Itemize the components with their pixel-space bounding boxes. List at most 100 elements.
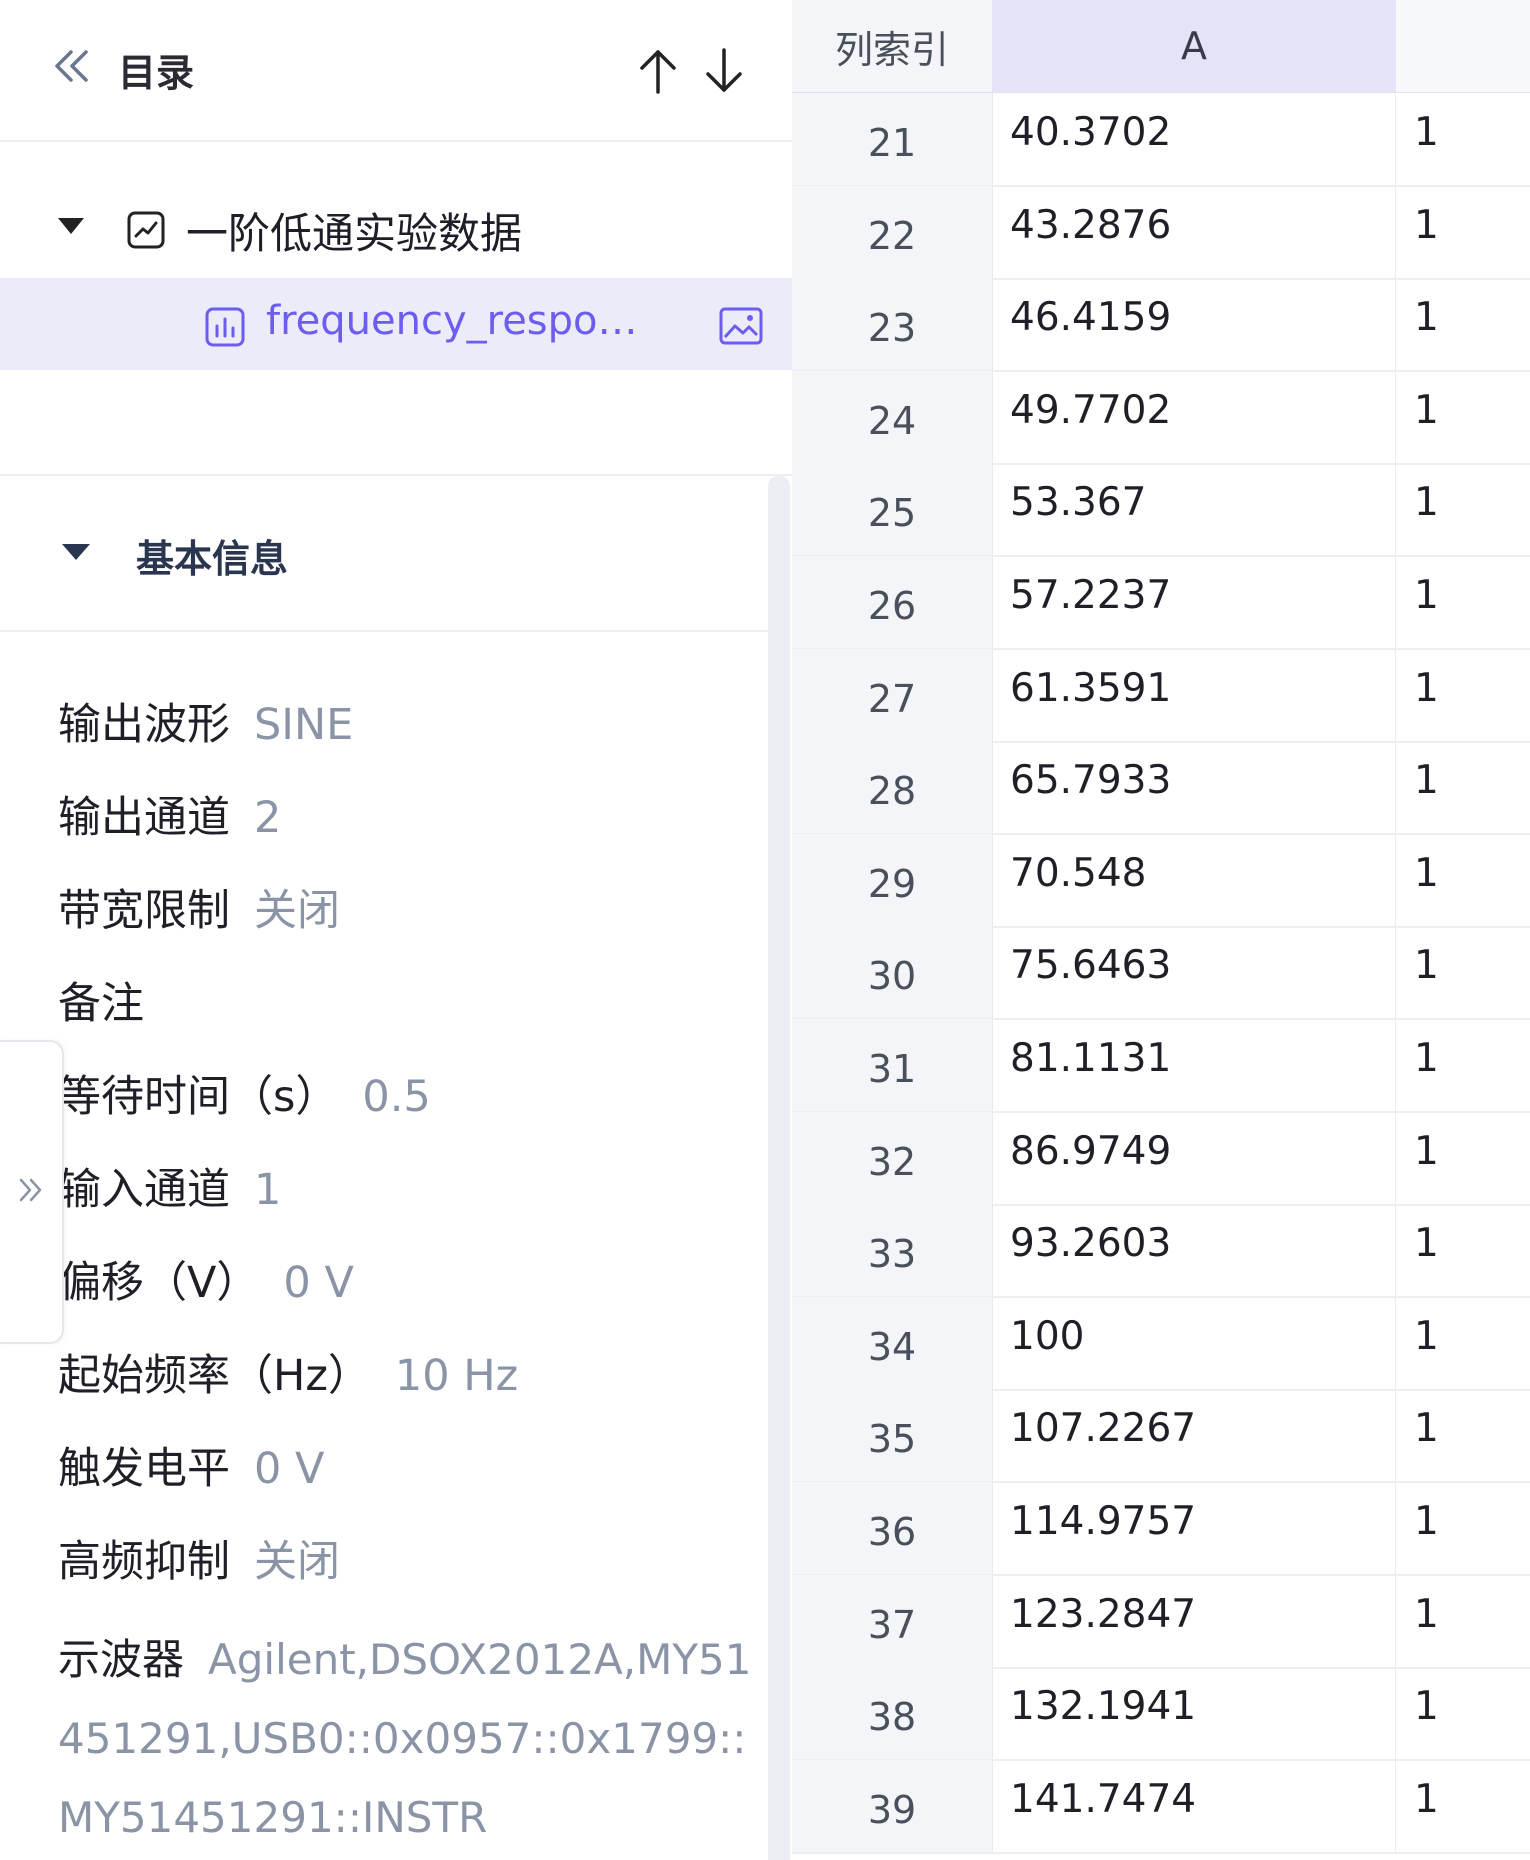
cell-a[interactable]: 75.6463 xyxy=(992,926,1396,1019)
cell-index: 29 xyxy=(792,833,993,926)
table-row[interactable]: 31 81.1131 1 xyxy=(792,1019,1530,1113)
prop-trigger-level: 触发电平 0 V xyxy=(58,1444,325,1494)
cell-index: 21 xyxy=(792,93,993,185)
cell-b[interactable]: 1 xyxy=(1396,1389,1530,1481)
table-row[interactable]: 21 40.3702 1 xyxy=(792,93,1530,187)
cell-b[interactable]: 1 xyxy=(1396,186,1530,278)
table-row[interactable]: 34 100 1 xyxy=(792,1296,1530,1391)
cell-a[interactable]: 46.4159 xyxy=(992,278,1396,371)
cell-b[interactable]: 1 xyxy=(1396,278,1530,370)
cell-b[interactable]: 1 xyxy=(1396,649,1530,741)
arrow-up-icon[interactable] xyxy=(636,46,680,96)
cell-a[interactable]: 86.9749 xyxy=(992,1111,1396,1204)
cell-b[interactable]: 1 xyxy=(1396,1204,1530,1296)
table-row[interactable]: 37 123.2847 1 xyxy=(792,1574,1530,1669)
cell-b[interactable]: 1 xyxy=(1396,1760,1530,1852)
cell-b[interactable]: 1 xyxy=(1396,371,1530,463)
tree-node-selected[interactable]: frequency_respo… xyxy=(0,278,792,370)
caret-down-icon[interactable] xyxy=(62,544,90,560)
cell-index: 27 xyxy=(792,648,993,741)
cell-a[interactable]: 40.3702 xyxy=(992,93,1396,185)
table-row[interactable]: 38 132.1941 1 xyxy=(792,1667,1530,1762)
table-row[interactable]: 33 93.2603 1 xyxy=(792,1204,1530,1299)
cell-a[interactable]: 100 xyxy=(992,1296,1396,1389)
prop-offset: 偏移（V） 0 V xyxy=(58,1258,354,1308)
toc-title: 目录 xyxy=(118,51,195,95)
table-row[interactable]: 39 141.7474 1 xyxy=(792,1759,1530,1854)
cell-index: 36 xyxy=(792,1482,993,1574)
cell-a[interactable]: 123.2847 xyxy=(992,1574,1396,1667)
cell-b[interactable]: 1 xyxy=(1396,1575,1530,1667)
tree-root-label: 一阶低通实验数据 xyxy=(186,209,523,258)
column-header-a[interactable]: A xyxy=(992,0,1396,92)
cell-a[interactable]: 49.7702 xyxy=(992,370,1396,463)
double-chevron-left-icon[interactable] xyxy=(52,46,92,86)
cell-a[interactable]: 81.1131 xyxy=(992,1019,1396,1111)
cell-index: 33 xyxy=(792,1204,993,1297)
cell-b[interactable]: 1 xyxy=(1396,463,1530,555)
bar-chart-icon xyxy=(205,307,245,347)
table-row[interactable]: 26 57.2237 1 xyxy=(792,556,1530,650)
table-row[interactable]: 29 70.548 1 xyxy=(792,833,1530,928)
prop-wait-time: 等待时间（s） 0.5 xyxy=(58,1072,431,1122)
cell-a[interactable]: 70.548 xyxy=(992,833,1396,926)
cell-a[interactable]: 114.9757 xyxy=(992,1482,1396,1574)
cell-index: 22 xyxy=(792,185,993,278)
expand-side-tab[interactable] xyxy=(0,1040,64,1344)
table-row[interactable]: 32 86.9749 1 xyxy=(792,1111,1530,1206)
cell-b[interactable]: 1 xyxy=(1396,1482,1530,1574)
cell-b[interactable]: 1 xyxy=(1396,93,1530,185)
cell-a[interactable]: 132.1941 xyxy=(992,1667,1396,1760)
prop-hf-reject: 高频抑制 关闭 xyxy=(58,1537,340,1587)
toc-header: 目录 xyxy=(0,0,792,142)
table-row[interactable]: 25 53.367 1 xyxy=(792,463,1530,558)
cell-b[interactable]: 1 xyxy=(1396,1019,1530,1111)
cell-b[interactable]: 1 xyxy=(1396,1667,1530,1759)
scrollbar[interactable] xyxy=(768,476,790,1860)
cell-index: 23 xyxy=(792,278,993,371)
cell-a[interactable]: 53.367 xyxy=(992,463,1396,556)
cell-index: 24 xyxy=(792,370,993,463)
prop-input-channel: 输入通道 1 xyxy=(58,1165,282,1215)
table-row[interactable]: 36 114.9757 1 xyxy=(792,1482,1530,1576)
table-row[interactable]: 27 61.3591 1 xyxy=(792,648,1530,743)
cell-b[interactable]: 1 xyxy=(1396,1297,1530,1389)
left-panel: 目录 一阶低通实验数据 frequency_respo… 基本信息 输出波形 S… xyxy=(0,0,793,1860)
table-row[interactable]: 22 43.2876 1 xyxy=(792,185,1530,280)
basic-info-header[interactable]: 基本信息 xyxy=(0,480,770,632)
cell-b[interactable]: 1 xyxy=(1396,741,1530,833)
cell-index: 34 xyxy=(792,1296,993,1389)
double-chevron-right-icon xyxy=(19,1178,42,1202)
cell-a[interactable]: 57.2237 xyxy=(992,556,1396,648)
table-row[interactable]: 30 75.6463 1 xyxy=(792,926,1530,1021)
app-window: 目录 一阶低通实验数据 frequency_respo… 基本信息 输出波形 S… xyxy=(0,0,1530,1860)
cell-a[interactable]: 43.2876 xyxy=(992,185,1396,278)
column-header-index[interactable]: 列索引 xyxy=(792,0,993,92)
table-row[interactable]: 23 46.4159 1 xyxy=(792,278,1530,373)
prop-start-frequency: 起始频率（Hz） 10 Hz xyxy=(58,1351,519,1401)
image-icon[interactable] xyxy=(718,306,764,346)
cell-b[interactable]: 1 xyxy=(1396,1112,1530,1204)
cell-index: 37 xyxy=(792,1574,993,1667)
tree-node-root[interactable]: 一阶低通实验数据 xyxy=(0,196,792,262)
cell-index: 31 xyxy=(792,1019,993,1111)
cell-index: 28 xyxy=(792,741,993,834)
cell-a[interactable]: 65.7933 xyxy=(992,741,1396,834)
cell-a[interactable]: 107.2267 xyxy=(992,1389,1396,1482)
arrow-down-icon[interactable] xyxy=(702,46,746,96)
table-row[interactable]: 24 49.7702 1 xyxy=(792,370,1530,465)
cell-a[interactable]: 61.3591 xyxy=(992,648,1396,741)
table-row[interactable]: 35 107.2267 1 xyxy=(792,1389,1530,1484)
prop-notes: 备注 xyxy=(58,979,144,1029)
cell-b[interactable]: 1 xyxy=(1396,834,1530,926)
caret-down-icon[interactable] xyxy=(58,218,84,234)
cell-b[interactable]: 1 xyxy=(1396,556,1530,648)
column-header-b[interactable] xyxy=(1396,0,1530,92)
cell-a[interactable]: 141.7474 xyxy=(992,1759,1396,1852)
data-table: 列索引 A 21 40.3702 1 22 43.2876 1 23 46.4159 1 24 49… xyxy=(792,0,1530,1860)
prop-output-channel: 输出通道 2 xyxy=(58,793,282,843)
cell-a[interactable]: 93.2603 xyxy=(992,1204,1396,1297)
cell-b[interactable]: 1 xyxy=(1396,926,1530,1018)
prop-bandwidth-limit: 带宽限制 关闭 xyxy=(58,886,340,936)
table-row[interactable]: 28 65.7933 1 xyxy=(792,741,1530,836)
